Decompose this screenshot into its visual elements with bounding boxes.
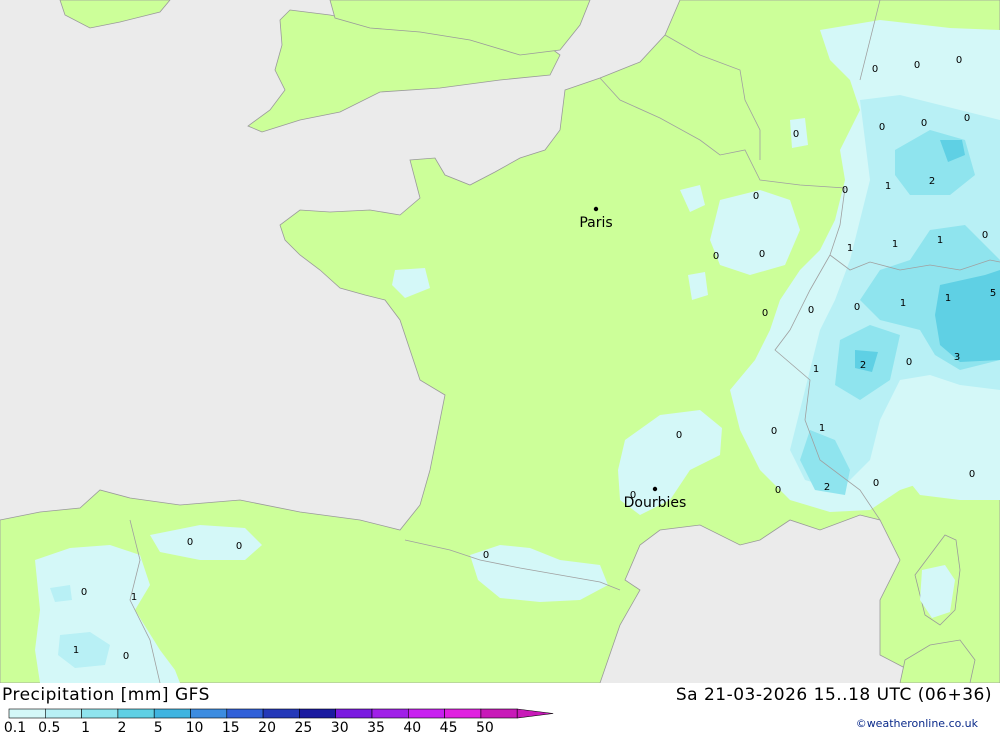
value-label: 1: [900, 298, 906, 309]
value-label: 0: [872, 64, 878, 75]
value-label: 1: [73, 645, 79, 656]
value-label: 1: [885, 181, 891, 192]
map-canvas: 0 0 0 0 0 0 2 0 0 1 1 1 0 1 1 5 0 0 0 1 …: [0, 0, 1000, 684]
legend-swatch: [299, 708, 336, 719]
value-label: 1: [131, 592, 137, 603]
city-label-paris[interactable]: Paris: [579, 215, 612, 231]
legend-swatches: [8, 708, 554, 719]
value-label: 0: [759, 249, 765, 260]
value-label: 0: [956, 55, 962, 66]
valid-time: Sa 21-03-2026 15..18 UTC (06+36): [675, 685, 992, 705]
value-label: 1: [813, 364, 819, 375]
city-dot-paris: [593, 206, 599, 212]
value-label: 0: [771, 426, 777, 437]
precipitation-map[interactable]: 0 0 0 0 0 0 2 0 0 1 1 1 0 1 1 5 0 0 0 1 …: [0, 0, 1000, 684]
value-label: 0: [969, 469, 975, 480]
value-label: 2: [860, 360, 866, 371]
legend-swatch: [371, 708, 409, 719]
legend-swatch: [44, 708, 82, 719]
legend-swatch: [226, 708, 264, 719]
legend-arrow: [516, 708, 554, 719]
value-label: 0: [81, 587, 87, 598]
value-label: 0: [842, 185, 848, 196]
value-label: 0: [713, 251, 719, 262]
value-label: 0: [921, 118, 927, 129]
footer: Precipitation [mm] GFS Sa 21-03-2026 15.…: [0, 683, 1000, 735]
value-label: 0: [808, 305, 814, 316]
value-label: 0: [964, 113, 970, 124]
value-label: 0: [123, 651, 129, 662]
value-label: 1: [819, 423, 825, 434]
value-label: 3: [954, 352, 960, 363]
value-label: 0: [236, 541, 242, 552]
legend-swatch: [81, 708, 119, 719]
value-label: 1: [892, 239, 898, 250]
legend-swatch: [153, 708, 191, 719]
value-label: 0: [914, 60, 920, 71]
value-label: 0: [775, 485, 781, 496]
value-label: 0: [676, 430, 682, 441]
legend-swatch: [335, 708, 373, 719]
value-label: 2: [929, 176, 935, 187]
value-label: 0: [854, 302, 860, 313]
value-label: 0: [793, 129, 799, 140]
value-label: 0: [753, 191, 759, 202]
value-label: 0: [762, 308, 768, 319]
value-label: 0: [873, 478, 879, 489]
legend-swatch: [444, 708, 482, 719]
legend-swatch: [262, 708, 300, 719]
value-label: 1: [847, 243, 853, 254]
legend-swatch: [480, 708, 518, 719]
value-label: 0: [982, 230, 988, 241]
value-label: 1: [945, 293, 951, 304]
value-label: 2: [824, 482, 830, 493]
credit-link[interactable]: ©weatheronline.co.uk: [856, 717, 978, 730]
value-label: 5: [990, 288, 996, 299]
value-label: 0: [187, 537, 193, 548]
legend-swatch: [117, 708, 155, 719]
value-label: 1: [937, 235, 943, 246]
city-dot-dourbies: [652, 486, 658, 492]
value-label: 0: [879, 122, 885, 133]
legend: 0.1 0.5 1 2 5 10 15 20 25 30 35 40 45 50: [4, 708, 554, 735]
legend-swatch: [190, 708, 228, 719]
legend-swatch: [8, 708, 46, 719]
map-title: Precipitation [mm] GFS: [2, 685, 210, 705]
legend-swatch: [407, 708, 445, 719]
city-label-dourbies[interactable]: Dourbies: [624, 495, 687, 511]
value-label: 0: [483, 550, 489, 561]
value-label: 0: [906, 357, 912, 368]
